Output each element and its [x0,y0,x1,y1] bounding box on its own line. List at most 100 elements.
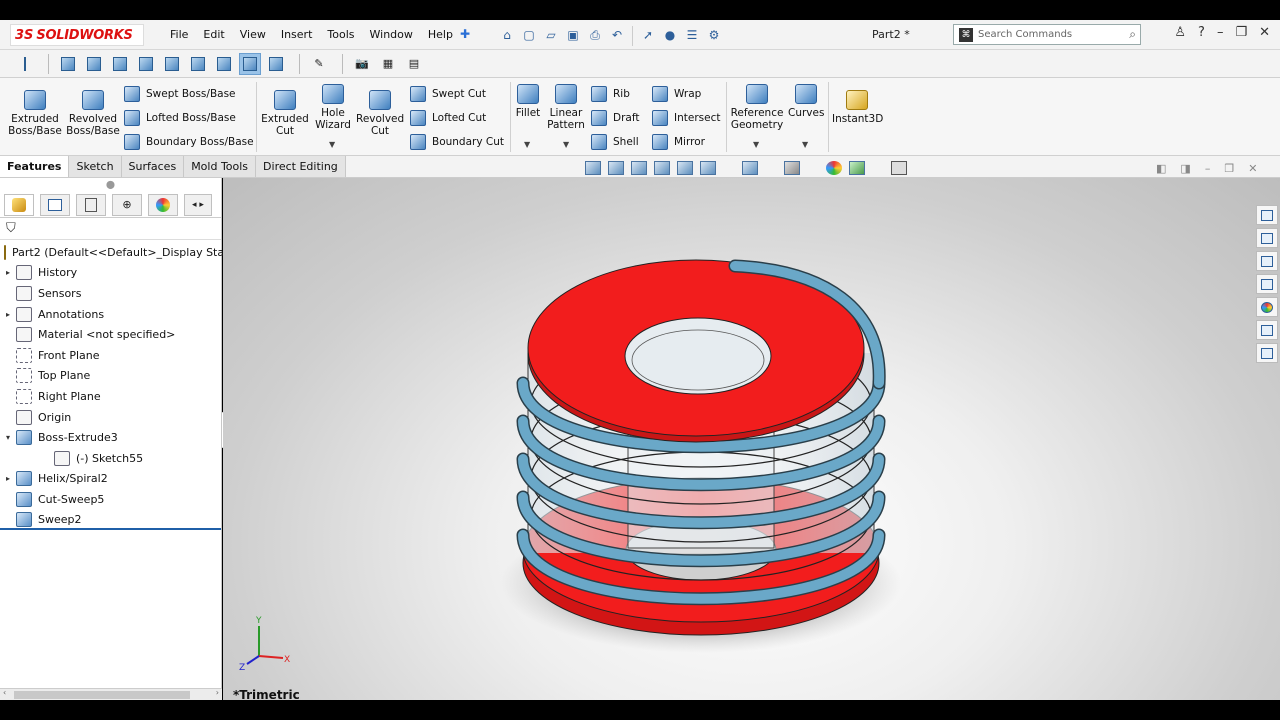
apply-scene-icon[interactable] [849,161,865,175]
search-input[interactable]: Search Commands [978,29,1129,40]
dimetric-view-icon[interactable] [265,53,287,75]
view-orientation-icon[interactable] [700,161,716,175]
feature-manager-tab-icon[interactable] [4,193,34,216]
draft-button[interactable]: Draft [591,110,639,126]
menu-insert[interactable]: Insert [281,28,313,41]
extruded-boss-button[interactable]: Extruded Boss/Base [8,90,62,137]
restore-icon[interactable]: ❐ [1235,25,1247,40]
tree-item-material-not-specified[interactable]: Material <not specified> [0,324,221,345]
shell-button[interactable]: Shell [591,134,639,150]
dimxpert-manager-tab-icon[interactable]: ⊕ [112,193,142,216]
display-style-icon[interactable] [742,161,758,175]
isometric-view-icon[interactable] [213,53,235,75]
dynamic-annotation-icon[interactable] [677,161,693,175]
home-icon[interactable]: ⌂ [498,26,516,44]
menu-tools[interactable]: Tools [327,28,354,41]
display-manager-tab-icon[interactable] [148,193,178,216]
tree-item-front-plane[interactable]: Front Plane [0,345,221,366]
scene-icon[interactable]: ▤ [403,53,425,75]
tab-features[interactable]: Features [0,156,70,177]
help-icon[interactable]: ? [1198,25,1205,40]
filter-icon[interactable]: ⛉ [0,218,221,240]
previous-view-icon[interactable] [631,161,647,175]
tab-mold-tools[interactable]: Mold Tools [184,156,257,177]
undo-icon[interactable]: ↶ [608,26,626,44]
tree-item-sweep2[interactable]: Sweep2 [0,510,221,531]
tile-right-icon[interactable]: ◨ [1180,162,1190,175]
camera-icon[interactable]: 📷 [351,53,373,75]
scroll-left-icon[interactable]: ‹ [3,688,6,697]
reference-geometry-dropdown-icon[interactable]: ▼ [753,140,759,149]
panel-grip[interactable]: ⬤ [0,178,221,192]
solidworks-logo[interactable]: 3S SOLIDWORKS [10,24,144,46]
hole-wizard-dropdown-icon[interactable]: ▼ [329,140,335,149]
render-icon[interactable]: ▦ [377,53,399,75]
expand-arrow-icon[interactable]: ▸ [6,474,16,483]
tree-item-annotations[interactable]: ▸ Annotations [0,304,221,325]
back-view-icon[interactable] [83,53,105,75]
instant3d-button[interactable]: Instant3D [832,90,883,125]
sketch-pen-icon[interactable]: ✎ [308,53,330,75]
scroll-right-icon[interactable]: › [216,688,219,697]
lofted-cut-button[interactable]: Lofted Cut [410,110,486,126]
select-icon[interactable]: ➚ [639,26,657,44]
new-document-icon[interactable]: ▢ [520,26,538,44]
trimetric-view-icon[interactable] [239,52,261,75]
intersect-button[interactable]: Intersect [652,110,720,126]
menu-edit[interactable]: Edit [203,28,224,41]
section-view-icon[interactable] [654,161,670,175]
scrollbar-thumb[interactable] [14,691,190,699]
graphics-area[interactable]: Y X Z *Trimetric [223,178,1280,700]
swept-boss-button[interactable]: Swept Boss/Base [124,86,236,102]
tree-item-history[interactable]: ▸ History [0,263,221,284]
viewport-close-icon[interactable]: ✕ [1248,162,1257,175]
model-view[interactable]: Y X Z [223,178,1280,700]
left-view-icon[interactable] [109,53,131,75]
search-icon[interactable]: ⌕ [1129,27,1136,42]
open-icon[interactable]: ▱ [542,26,560,44]
file-properties-icon[interactable]: ☰ [683,26,701,44]
tab-direct-editing[interactable]: Direct Editing [256,156,346,177]
zoom-to-area-icon[interactable] [608,161,624,175]
fillet-button[interactable]: Fillet [514,84,542,119]
options-icon[interactable]: ⚙ [705,26,723,44]
tree-item-right-plane[interactable]: Right Plane [0,386,221,407]
tree-item-origin[interactable]: Origin [0,407,221,428]
tree-item-helix-spiral2[interactable]: ▸ Helix/Spiral2 [0,469,221,490]
linear-pattern-button[interactable]: Linear Pattern [546,84,586,131]
edit-appearance-icon[interactable] [826,161,842,175]
tile-left-icon[interactable]: ◧ [1156,162,1166,175]
minimize-icon[interactable]: – [1217,25,1224,40]
extruded-cut-button[interactable]: Extruded Cut [260,90,310,137]
expand-arrow-icon[interactable]: ▸ [6,310,16,319]
boundary-boss-button[interactable]: Boundary Boss/Base [124,134,254,150]
expand-arrow-icon[interactable]: ▸ [6,268,16,277]
tree-item-top-plane[interactable]: Top Plane [0,366,221,387]
panel-horizontal-scrollbar[interactable]: ‹ › [0,688,222,700]
curves-button[interactable]: Curves [788,84,824,119]
print-icon[interactable]: ⎙ [586,26,604,44]
viewport-restore-icon[interactable]: ❐ [1224,162,1234,175]
panel-tabs-scroll-icon[interactable]: ◂ ▸ [184,193,212,216]
revolved-boss-button[interactable]: Revolved Boss/Base [66,90,120,137]
mirror-button[interactable]: Mirror [652,134,705,150]
pin-icon[interactable]: ✚ [460,27,470,41]
zoom-to-fit-icon[interactable] [585,161,601,175]
hide-show-items-icon[interactable] [784,161,800,175]
lofted-boss-button[interactable]: Lofted Boss/Base [124,110,236,126]
close-icon[interactable]: ✕ [1259,25,1270,40]
tab-surfaces[interactable]: Surfaces [121,156,185,177]
tree-item-sketch55[interactable]: (-) Sketch55 [0,448,221,469]
bottom-view-icon[interactable] [187,53,209,75]
normal-to-icon[interactable] [14,53,36,75]
tree-item-cut-sweep5[interactable]: Cut-Sweep5 [0,489,221,510]
top-view-icon[interactable] [161,53,183,75]
rebuild-icon[interactable]: ● [661,26,679,44]
view-settings-icon[interactable] [891,161,907,175]
menu-window[interactable]: Window [370,28,413,41]
tab-sketch[interactable]: Sketch [69,156,122,177]
curves-dropdown-icon[interactable]: ▼ [802,140,808,149]
viewport-minimize-icon[interactable]: – [1205,162,1211,175]
user-icon[interactable]: ♙ [1174,25,1186,40]
revolved-cut-button[interactable]: Revolved Cut [356,90,404,137]
